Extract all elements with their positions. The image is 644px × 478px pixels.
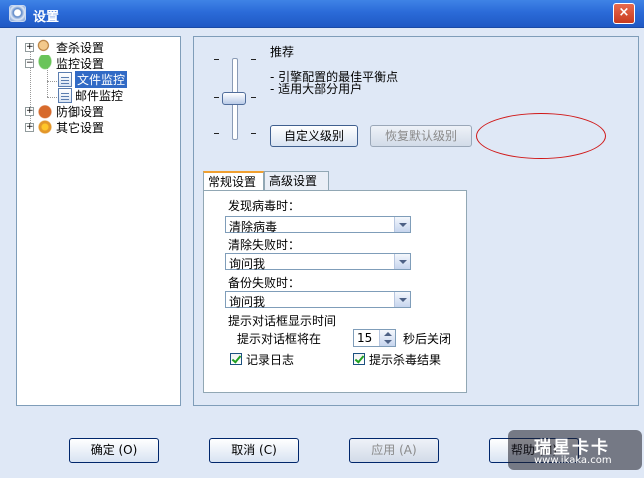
close-button[interactable]: × [613, 3, 635, 24]
document-icon [58, 71, 72, 87]
umbrella-icon [37, 55, 53, 71]
highlight-annotation-oval [476, 113, 606, 159]
tree-item-label: 监控设置 [56, 56, 105, 71]
tree-item-defense-settings[interactable]: + 防御设置 [25, 103, 104, 119]
level-slider-thumb[interactable] [222, 92, 246, 105]
tree-item-monitor-settings[interactable]: − 监控设置 [25, 55, 104, 71]
expand-plus-icon[interactable]: + [25, 122, 34, 132]
log-checkbox-label: 记录日志 [246, 353, 295, 367]
found-virus-label: 发现病毒时： [228, 199, 301, 213]
title-bar: 设置 × [0, 0, 644, 28]
backup-fail-label: 备份失败时： [228, 276, 301, 290]
dropdown-arrow-icon[interactable] [394, 217, 410, 232]
stepper-down-icon[interactable] [384, 340, 392, 344]
slider-tick [251, 133, 256, 134]
ok-button[interactable]: 确定 (O) [69, 438, 159, 463]
settings-tree: + 查杀设置 − 监控设置 文件监控 邮件监控 + 防御设置 + 其它设置 [16, 36, 181, 406]
tree-guide-line [47, 67, 48, 97]
dialog-close-prefix: 提示对话框将在 [237, 332, 322, 346]
collapse-minus-icon[interactable]: − [25, 58, 34, 68]
apply-button[interactable]: 应用 (A) [349, 438, 439, 463]
tree-guide-line [47, 97, 57, 98]
dialog-seconds-stepper[interactable]: 15 [353, 329, 396, 347]
tree-item-label: 查杀设置 [56, 40, 105, 55]
backup-fail-value: 询问我 [229, 295, 266, 309]
tree-item-file-monitor[interactable]: 文件监控 [58, 70, 128, 88]
dialog-seconds-value[interactable]: 15 [357, 331, 372, 345]
settings-tabs: 常规设置 高级设置 发现病毒时： 清除病毒 清除失败时： 询问我 备份失败时： … [203, 171, 467, 393]
general-settings-body: 发现病毒时： 清除病毒 清除失败时： 询问我 备份失败时： 询问我 提示对话框显… [203, 190, 467, 393]
slider-tick [214, 133, 219, 134]
dialog-time-label: 提示对话框显示时间 [228, 314, 337, 328]
backup-fail-select[interactable]: 询问我 [225, 291, 411, 309]
stepper-up-icon[interactable] [384, 332, 392, 336]
tree-item-mail-monitor[interactable]: 邮件监控 [58, 87, 123, 103]
clean-fail-select[interactable]: 询问我 [225, 253, 411, 271]
boxing-glove-icon [37, 103, 53, 119]
found-virus-value: 清除病毒 [229, 220, 278, 234]
tree-item-label: 防御设置 [56, 104, 105, 119]
slider-tick [214, 97, 219, 98]
gear-icon [37, 119, 53, 135]
clean-fail-value: 询问我 [229, 257, 266, 271]
level-description-line: - 适用大部分用户 [270, 82, 363, 96]
slider-tick [214, 59, 219, 60]
window-title: 设置 [33, 10, 60, 25]
scan-magnifier-icon [37, 39, 53, 55]
cancel-button[interactable]: 取消 (C) [209, 438, 299, 463]
stepper-arrows[interactable] [379, 330, 395, 346]
tree-item-label: 其它设置 [56, 120, 105, 135]
settings-content-panel: 推荐 - 引擎配置的最佳平衡点 - 适用大部分用户 自定义级别 恢复默认级别 常… [193, 36, 639, 406]
app-shield-icon [9, 5, 26, 22]
tree-item-other-settings[interactable]: + 其它设置 [25, 119, 104, 135]
tab-advanced-settings[interactable]: 高级设置 [264, 171, 329, 190]
tab-general-settings[interactable]: 常规设置 [203, 171, 264, 191]
expand-plus-icon[interactable]: + [25, 42, 34, 52]
level-title: 推荐 [270, 45, 295, 59]
slider-tick [251, 59, 256, 60]
document-icon [58, 87, 72, 103]
custom-level-button[interactable]: 自定义级别 [270, 125, 358, 147]
tree-item-label: 文件监控 [75, 70, 128, 88]
show-result-checkbox-label: 提示杀毒结果 [369, 353, 442, 367]
slider-tick [251, 97, 256, 98]
dialog-close-suffix: 秒后关闭 [403, 332, 452, 346]
expand-plus-icon[interactable]: + [25, 106, 34, 116]
restore-default-level-button[interactable]: 恢复默认级别 [370, 125, 472, 147]
tree-item-label: 邮件监控 [75, 88, 124, 103]
dropdown-arrow-icon[interactable] [394, 254, 410, 269]
found-virus-select[interactable]: 清除病毒 [225, 216, 411, 234]
tree-item-scan-settings[interactable]: + 查杀设置 [25, 39, 104, 55]
log-checkbox[interactable] [230, 353, 242, 365]
clean-fail-label: 清除失败时： [228, 238, 301, 252]
show-result-checkbox[interactable] [353, 353, 365, 365]
tree-guide-line [47, 81, 57, 82]
dropdown-arrow-icon[interactable] [394, 292, 410, 307]
watermark-url: www.ikaka.com [534, 455, 612, 466]
